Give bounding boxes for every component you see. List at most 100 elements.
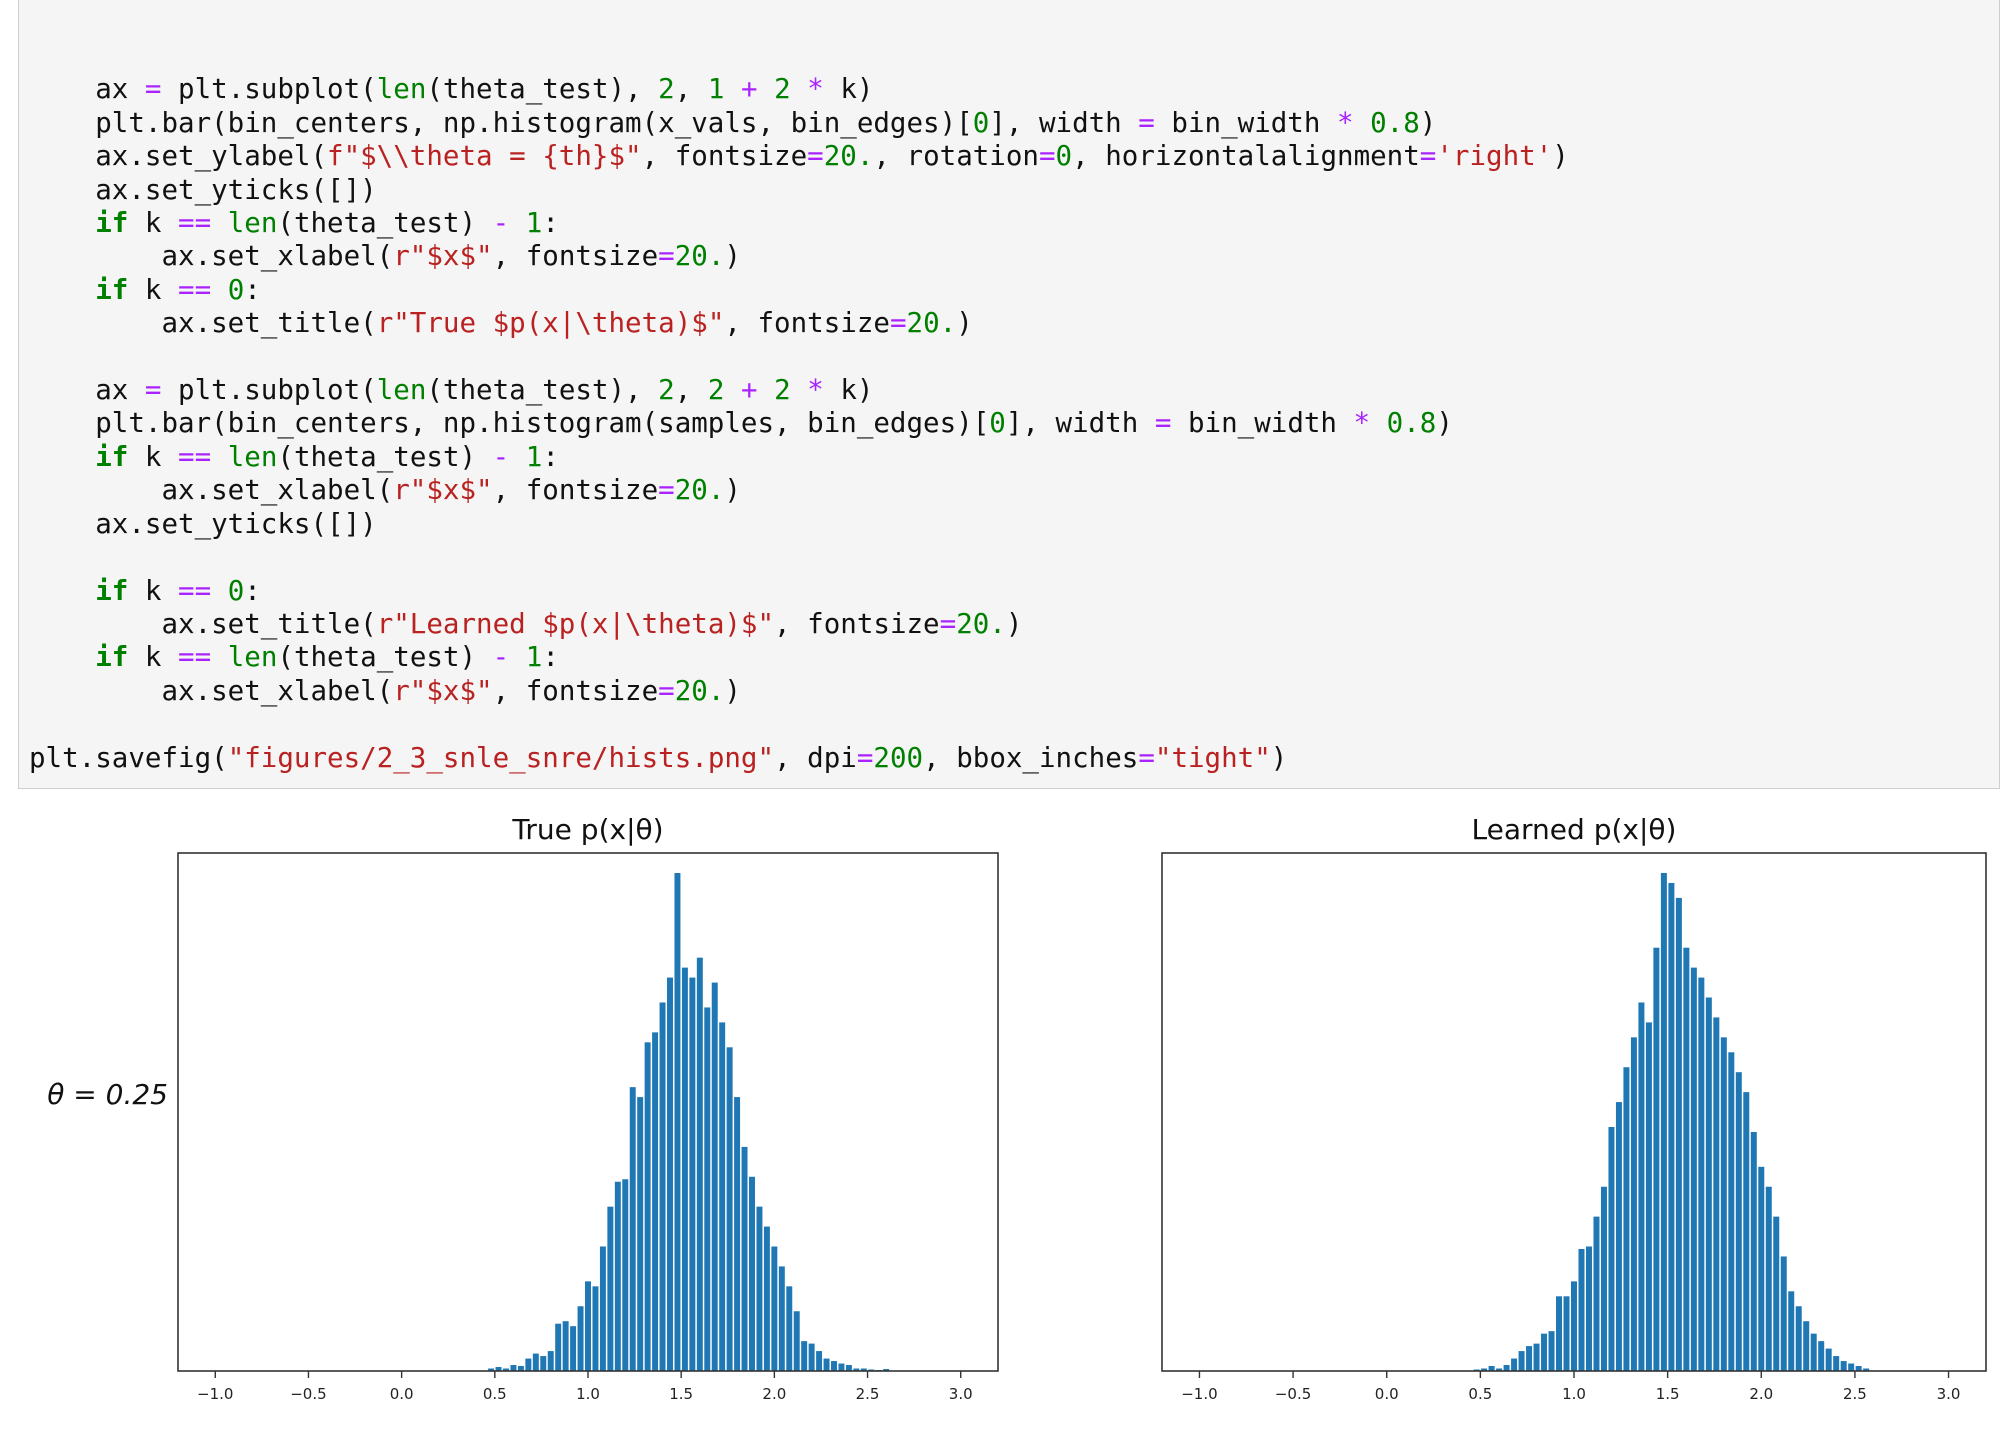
x-tick-label: 0.5 xyxy=(483,1385,507,1403)
code-token: , bbox_inches xyxy=(923,741,1139,774)
code-token: == xyxy=(178,574,212,607)
code-line: ax.set_ylabel(f"$\\theta = {th}$", fonts… xyxy=(29,140,1569,173)
code-token: k xyxy=(128,273,179,306)
code-token: * xyxy=(1336,106,1354,139)
histogram-bar xyxy=(1630,1037,1637,1371)
code-token: 20. xyxy=(674,474,725,507)
x-tick-label: 0.0 xyxy=(1375,1385,1399,1403)
histogram-bar xyxy=(1511,1358,1518,1371)
x-tick-label: 1.5 xyxy=(669,1385,693,1403)
histogram-bar xyxy=(1705,997,1712,1371)
x-tick-label: 0.5 xyxy=(1468,1385,1492,1403)
code-token: k xyxy=(128,207,179,240)
code-token: = xyxy=(1138,741,1155,774)
code-token: k xyxy=(128,641,179,674)
histogram-bar xyxy=(1653,947,1660,1371)
code-token: (theta_test), xyxy=(426,73,659,106)
histogram-bar xyxy=(1818,1341,1825,1371)
x-tick-label: 1.0 xyxy=(576,1385,600,1403)
code-token: 2 xyxy=(774,374,791,407)
code-token: f"$\\theta = {th}$" xyxy=(327,140,642,173)
code-token: r"$x$" xyxy=(393,674,493,707)
code-token: ) xyxy=(956,307,973,340)
row-label-theta: θ = 0.25 xyxy=(47,1078,168,1111)
histogram-bar xyxy=(614,1181,621,1371)
x-tick-label: 3.0 xyxy=(949,1385,973,1403)
code-token: if xyxy=(95,273,129,306)
histogram-bar xyxy=(786,1286,793,1371)
code-token: 0.8 xyxy=(1370,106,1420,139)
code-line: plt.bar(bin_centers, np.histogram(sample… xyxy=(29,407,1569,440)
code-token: = xyxy=(939,607,957,640)
x-tick-label: −0.5 xyxy=(1275,1385,1311,1403)
code-token: if xyxy=(95,207,129,240)
code-token: 2 xyxy=(658,374,675,407)
x-tick-label: −1.0 xyxy=(197,1385,233,1403)
histogram-bar xyxy=(1503,1365,1510,1371)
histogram-bar xyxy=(1728,1052,1735,1371)
code-token: ) xyxy=(724,674,741,707)
code-line: ax.set_xlabel(r"$x$", fontsize=20.) xyxy=(29,474,1569,507)
code-token: ) xyxy=(724,474,741,507)
code-line: ax = plt.subplot(len(theta_test), 2, 2 +… xyxy=(29,374,1569,407)
code-token: = xyxy=(1419,140,1437,173)
x-tick-label: 2.0 xyxy=(762,1385,786,1403)
histogram-bar xyxy=(1548,1331,1555,1371)
code-token: 0.8 xyxy=(1386,407,1437,440)
histogram-bar xyxy=(532,1353,539,1371)
histogram-bar xyxy=(555,1323,562,1371)
code-token: == xyxy=(178,641,212,674)
histogram-bar xyxy=(547,1351,554,1371)
code-token: ax.set_title( xyxy=(29,607,377,640)
code-token: = xyxy=(856,741,874,774)
code-token: == xyxy=(178,440,212,473)
code-token: plt.bar(bin_centers, np.histogram(sample… xyxy=(29,407,990,440)
code-token: 2 xyxy=(774,73,791,106)
histogram-bar xyxy=(607,1206,614,1371)
code-token: 20. xyxy=(823,140,874,173)
histogram-bar xyxy=(1825,1348,1832,1371)
code-token: , dpi xyxy=(774,741,857,774)
histogram-bar xyxy=(1563,1296,1570,1371)
histogram-bar xyxy=(1765,1186,1772,1371)
histogram-bar xyxy=(1720,1037,1727,1371)
code-token: plt.savefig( xyxy=(29,741,228,774)
x-tick-label: 1.5 xyxy=(1656,1385,1680,1403)
x-tick-label: 1.0 xyxy=(1562,1385,1586,1403)
histogram-bar xyxy=(637,1097,644,1371)
histogram-bar xyxy=(667,977,673,1371)
code-token: k) xyxy=(823,73,874,106)
code-token: len xyxy=(227,440,278,473)
learned-distribution-panel: Learned p(x|θ) −1.0 −0.5 0.0 0.5 1.0 1.5 2.0 2.5… xyxy=(1161,813,1987,1403)
code-token: k xyxy=(128,440,179,473)
code-token: = xyxy=(658,674,675,707)
histogram-bar xyxy=(1698,977,1705,1371)
code-token: = xyxy=(1138,106,1155,139)
histogram-bar xyxy=(726,1047,733,1371)
code-cell[interactable]: ​ ax = plt.subplot(len(theta_test), 2, 1… xyxy=(18,0,2000,789)
code-token: len xyxy=(227,207,278,240)
x-tick-label: 2.0 xyxy=(1749,1385,1773,1403)
code-token: = xyxy=(144,374,162,407)
histogram-bar xyxy=(749,1176,755,1371)
code-token: , xyxy=(674,374,708,407)
histogram-bar xyxy=(1848,1363,1855,1371)
histogram-bar xyxy=(1578,1248,1585,1371)
histogram-bar xyxy=(816,1351,823,1371)
histogram-bar xyxy=(1645,1022,1652,1371)
histogram-bar xyxy=(622,1179,629,1371)
code-line: if k == len(theta_test) - 1: xyxy=(29,641,1569,674)
histogram-bar xyxy=(1668,882,1675,1371)
code-line: if k == len(theta_test) - 1: xyxy=(29,207,1569,240)
code-token: len xyxy=(227,641,278,674)
histogram-bar xyxy=(719,1022,726,1371)
histogram-bar xyxy=(808,1343,815,1371)
code-token: r"$x$" xyxy=(393,474,493,507)
code-token: r"$x$" xyxy=(393,240,493,273)
code-token: k) xyxy=(823,374,874,407)
code-editor[interactable]: ​ ax = plt.subplot(len(theta_test), 2, 1… xyxy=(29,40,1569,775)
